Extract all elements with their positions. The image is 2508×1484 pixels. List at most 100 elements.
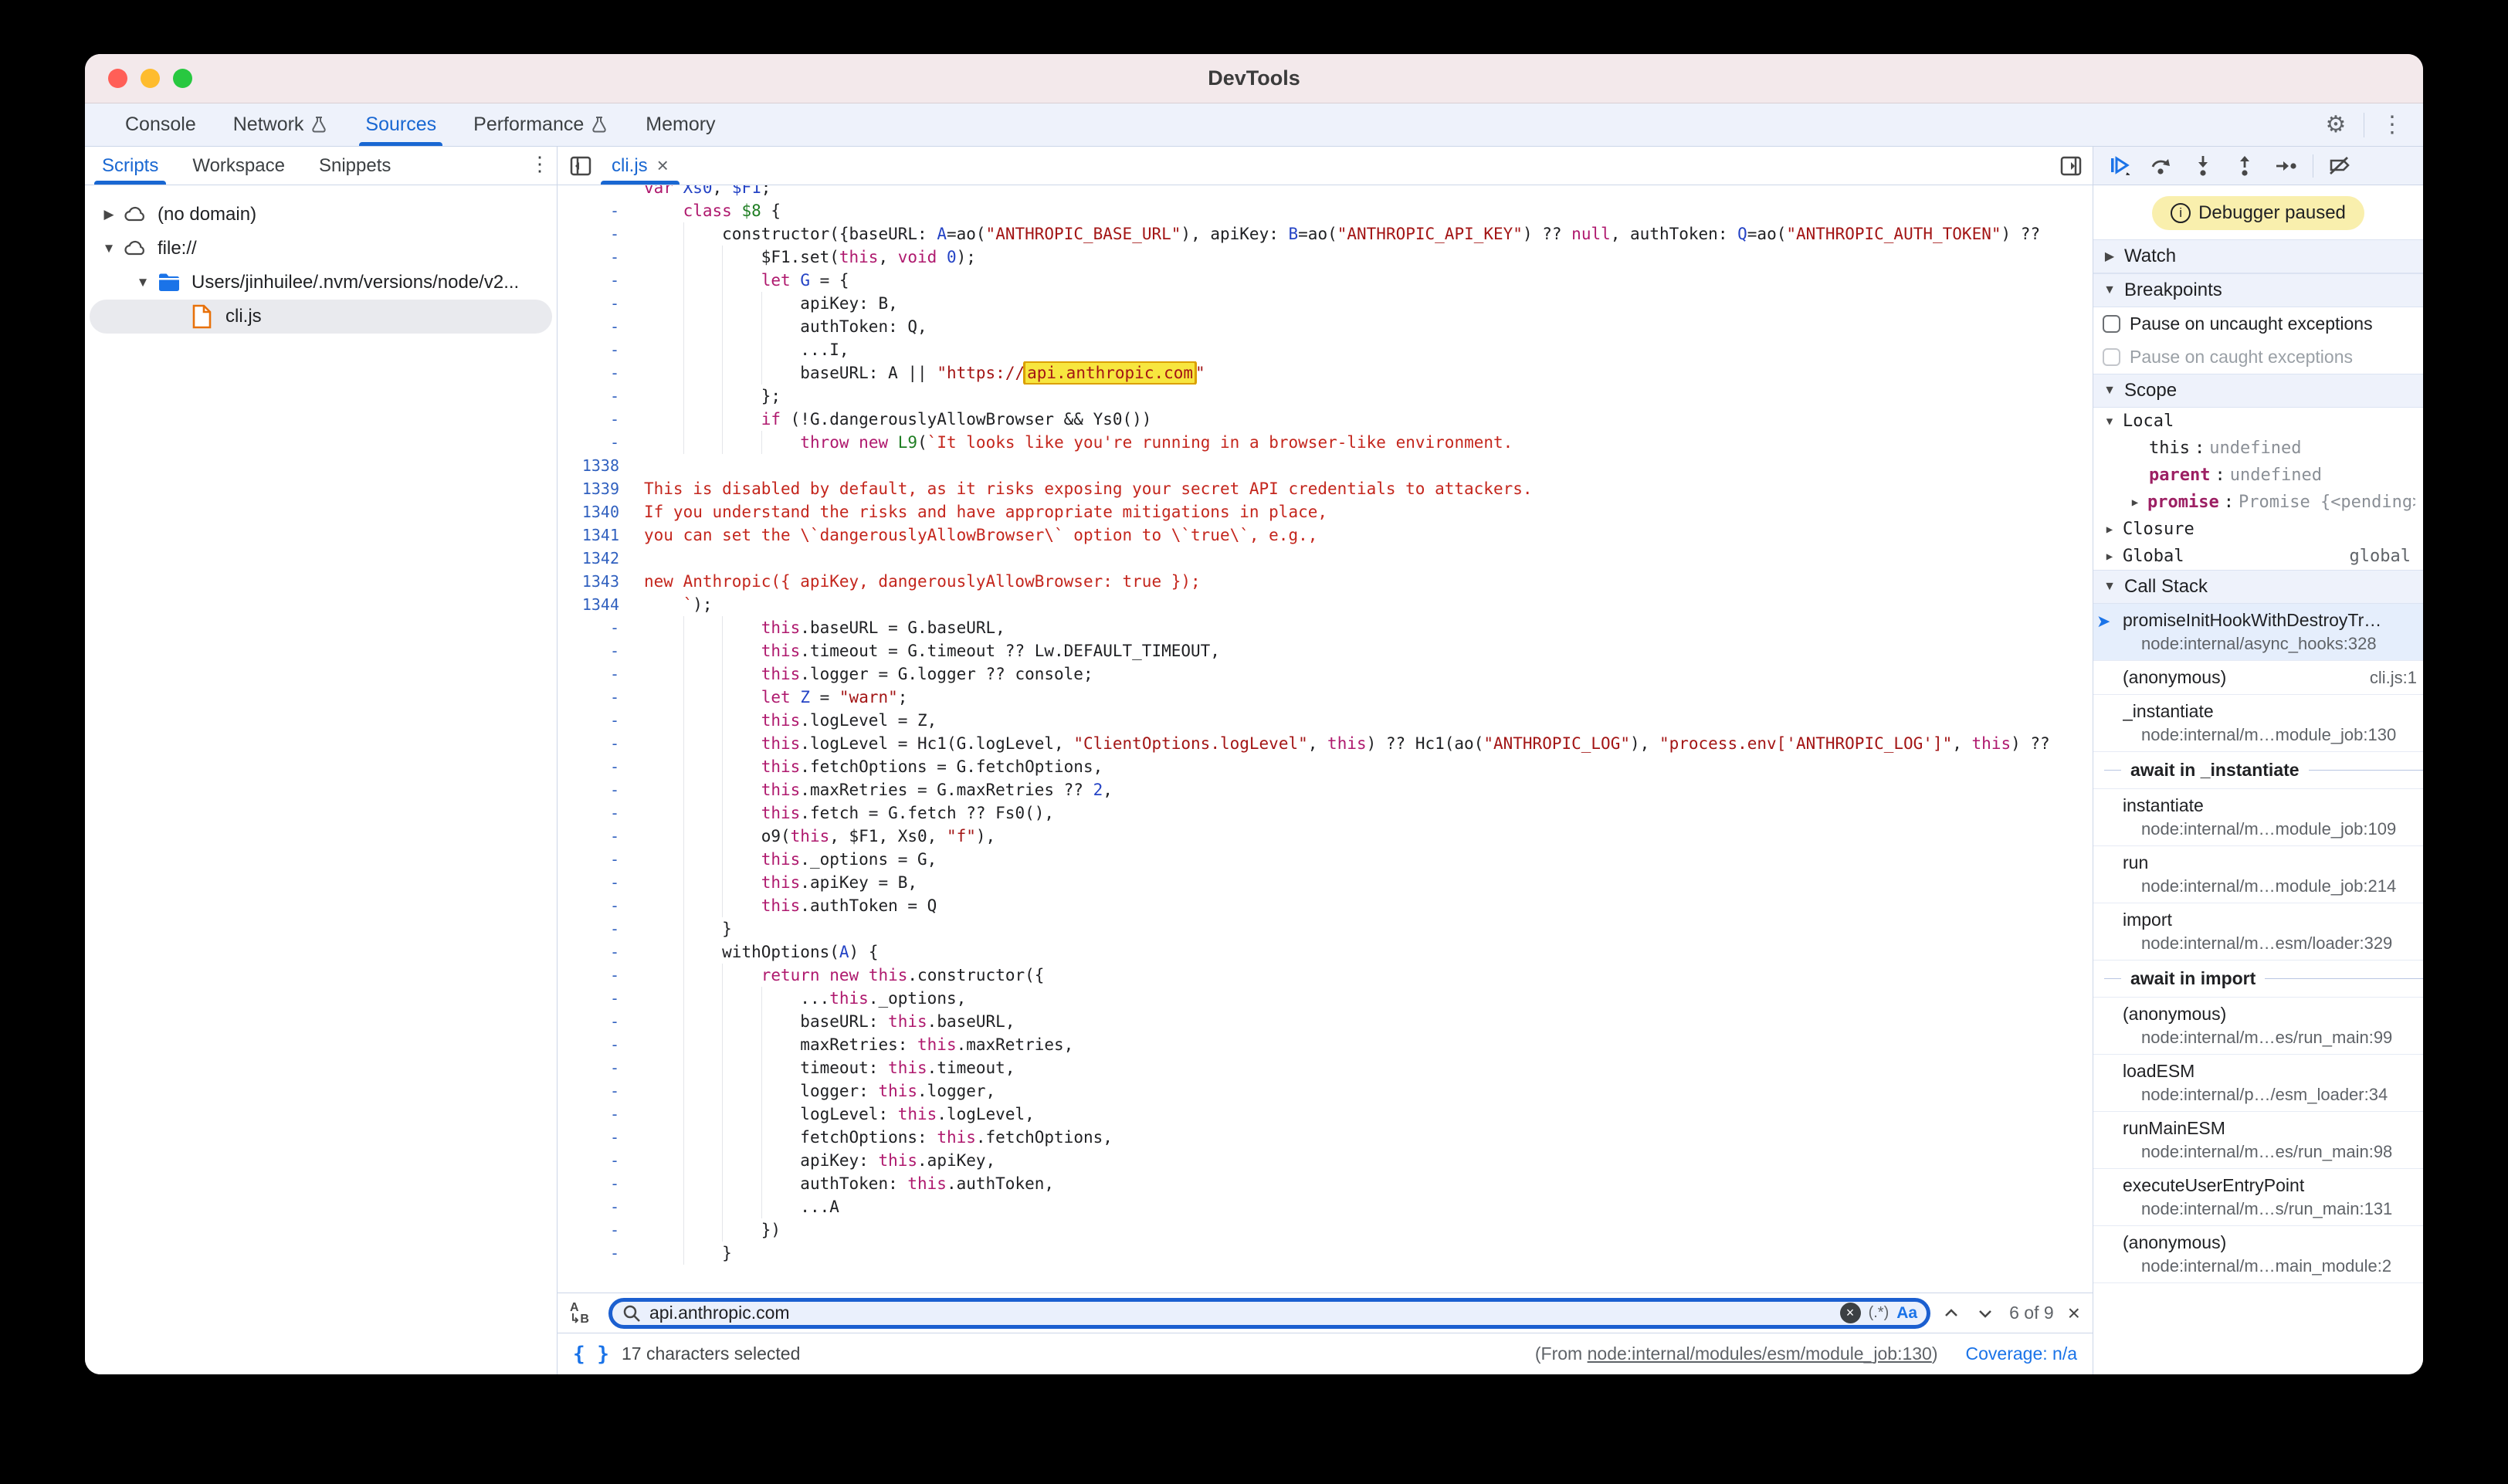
- code-line[interactable]: - fetchOptions: this.fetchOptions,: [558, 1126, 2093, 1149]
- source-origin-link[interactable]: node:internal/modules/esm/module_job:130: [1588, 1343, 1932, 1364]
- line-number-gutter[interactable]: -: [558, 246, 629, 269]
- line-number-gutter[interactable]: -: [558, 385, 629, 408]
- step-into-icon[interactable]: [2184, 151, 2222, 181]
- code-line[interactable]: 1343new Anthropic({ apiKey, dangerouslyA…: [558, 570, 2093, 593]
- call-stack-frame[interactable]: (anonymous)node:internal/m…main_module:2: [2093, 1226, 2423, 1283]
- code-line[interactable]: - let G = {: [558, 269, 2093, 292]
- code-line[interactable]: - }: [558, 917, 2093, 940]
- code-line[interactable]: - }: [558, 1242, 2093, 1265]
- clear-search-icon[interactable]: ×: [1840, 1303, 1861, 1323]
- tree-item-users-jinhuilee-nvm-versions-node-v2-[interactable]: ▼Users/jinhuilee/.nvm/versions/node/v2..…: [85, 266, 557, 300]
- code-line[interactable]: - authToken: this.authToken,: [558, 1172, 2093, 1195]
- call-stack-frame[interactable]: (anonymous)cli.js:1: [2093, 661, 2423, 695]
- file-tab-clijs[interactable]: cli.js ×: [598, 147, 683, 185]
- line-number-gutter[interactable]: -: [558, 1242, 629, 1265]
- code-line[interactable]: 1340If you understand the risks and have…: [558, 500, 2093, 523]
- match-case-toggle[interactable]: Aa: [1896, 1304, 1917, 1323]
- navigator-more-kebab-icon[interactable]: ⋮: [523, 147, 557, 181]
- line-number-gutter[interactable]: -: [558, 1126, 629, 1149]
- code-line[interactable]: - logLevel: this.logLevel,: [558, 1103, 2093, 1126]
- line-number-gutter[interactable]: -: [558, 686, 629, 709]
- line-number-gutter[interactable]: -: [558, 1195, 629, 1218]
- line-number-gutter[interactable]: -: [558, 709, 629, 732]
- code-line[interactable]: - };: [558, 385, 2093, 408]
- code-line[interactable]: - this.maxRetries = G.maxRetries ?? 2,: [558, 778, 2093, 801]
- collapse-debugger-panel-icon[interactable]: [2059, 149, 2093, 183]
- code-line[interactable]: - this.logLevel = Hc1(G.logLevel, "Clien…: [558, 732, 2093, 755]
- line-number-gutter[interactable]: -: [558, 964, 629, 987]
- code-line[interactable]: var Xs0, $F1;: [558, 185, 2093, 199]
- line-number-gutter[interactable]: -: [558, 732, 629, 755]
- code-line[interactable]: - ...I,: [558, 338, 2093, 361]
- code-line[interactable]: - ...this._options,: [558, 987, 2093, 1010]
- next-match-chevron-down-icon[interactable]: [1975, 1303, 1995, 1323]
- code-line[interactable]: - if (!G.dangerouslyAllowBrowser && Ys0(…: [558, 408, 2093, 431]
- line-number-gutter[interactable]: -: [558, 848, 629, 871]
- line-number-gutter[interactable]: -: [558, 662, 629, 686]
- pretty-print-icon[interactable]: { }: [573, 1343, 609, 1366]
- call-stack-frame[interactable]: instantiatenode:internal/m…module_job:10…: [2093, 789, 2423, 846]
- call-stack-frame[interactable]: (anonymous)node:internal/m…es/run_main:9…: [2093, 998, 2423, 1055]
- line-number-gutter[interactable]: -: [558, 361, 629, 385]
- line-number-gutter[interactable]: -: [558, 894, 629, 917]
- tab-snippets[interactable]: Snippets: [302, 147, 408, 185]
- line-number-gutter[interactable]: -: [558, 616, 629, 639]
- line-number-gutter[interactable]: -: [558, 871, 629, 894]
- toggle-replace-icon[interactable]: A ↳B: [570, 1302, 598, 1325]
- line-number-gutter[interactable]: 1341: [558, 523, 629, 547]
- line-number-gutter[interactable]: 1340: [558, 500, 629, 523]
- line-number-gutter[interactable]: -: [558, 825, 629, 848]
- scope-closure-row[interactable]: ▶ Closure: [2093, 516, 2423, 543]
- resume-script-icon[interactable]: [2101, 151, 2138, 181]
- line-number-gutter[interactable]: -: [558, 315, 629, 338]
- code-line[interactable]: 1342: [558, 547, 2093, 570]
- scope-global-row[interactable]: ▶ Global global: [2093, 543, 2423, 570]
- code-line[interactable]: - apiKey: this.apiKey,: [558, 1149, 2093, 1172]
- more-options-kebab-icon[interactable]: ⋮: [2375, 108, 2409, 142]
- code-line[interactable]: - this.apiKey = B,: [558, 871, 2093, 894]
- line-number-gutter[interactable]: -: [558, 1079, 629, 1103]
- watch-section-header[interactable]: ▶ Watch: [2093, 239, 2423, 273]
- line-number-gutter[interactable]: -: [558, 269, 629, 292]
- deactivate-breakpoints-icon[interactable]: [2321, 151, 2358, 181]
- tab-performance[interactable]: Performance: [455, 103, 627, 146]
- line-number-gutter[interactable]: -: [558, 639, 629, 662]
- line-number-gutter[interactable]: -: [558, 778, 629, 801]
- line-number-gutter[interactable]: 1343: [558, 570, 629, 593]
- code-line[interactable]: - return new this.constructor({: [558, 964, 2093, 987]
- code-line[interactable]: - this.timeout = G.timeout ?? Lw.DEFAULT…: [558, 639, 2093, 662]
- tab-console[interactable]: Console: [107, 103, 215, 146]
- code-line[interactable]: - this._options = G,: [558, 848, 2093, 871]
- code-line[interactable]: - baseURL: this.baseURL,: [558, 1010, 2093, 1033]
- code-line[interactable]: - this.authToken = Q: [558, 894, 2093, 917]
- call-stack-frame[interactable]: importnode:internal/m…esm/loader:329: [2093, 903, 2423, 961]
- settings-gear-icon[interactable]: ⚙: [2319, 108, 2353, 142]
- collapse-navigator-icon[interactable]: [564, 149, 598, 183]
- line-number-gutter[interactable]: -: [558, 1218, 629, 1242]
- code-line[interactable]: - this.logLevel = Z,: [558, 709, 2093, 732]
- code-line[interactable]: - $F1.set(this, void 0);: [558, 246, 2093, 269]
- code-line[interactable]: - ...A: [558, 1195, 2093, 1218]
- tab-memory[interactable]: Memory: [627, 103, 734, 146]
- line-number-gutter[interactable]: -: [558, 917, 629, 940]
- code-line[interactable]: - }): [558, 1218, 2093, 1242]
- step-out-icon[interactable]: [2226, 151, 2263, 181]
- scope-property-row[interactable]: ▶promise: Promise {<pending>}: [2093, 489, 2423, 516]
- code-line[interactable]: - class $8 {: [558, 199, 2093, 222]
- pause-uncaught-checkbox[interactable]: [2103, 315, 2120, 333]
- call-stack-frame[interactable]: _instantiatenode:internal/m…module_job:1…: [2093, 695, 2423, 752]
- tree-item-cli-js[interactable]: cli.js: [85, 300, 557, 334]
- code-line[interactable]: - apiKey: B,: [558, 292, 2093, 315]
- line-number-gutter[interactable]: -: [558, 1172, 629, 1195]
- line-number-gutter[interactable]: -: [558, 940, 629, 964]
- line-number-gutter[interactable]: -: [558, 199, 629, 222]
- code-line[interactable]: - logger: this.logger,: [558, 1079, 2093, 1103]
- line-number-gutter[interactable]: [558, 185, 629, 199]
- line-number-gutter[interactable]: -: [558, 408, 629, 431]
- code-line[interactable]: - baseURL: A || "https://api.anthropic.c…: [558, 361, 2093, 385]
- code-line[interactable]: 1341you can set the \`dangerouslyAllowBr…: [558, 523, 2093, 547]
- code-line[interactable]: - this.fetchOptions = G.fetchOptions,: [558, 755, 2093, 778]
- line-number-gutter[interactable]: -: [558, 292, 629, 315]
- call-stack-frame[interactable]: executeUserEntryPointnode:internal/m…s/r…: [2093, 1169, 2423, 1226]
- code-line[interactable]: - this.logger = G.logger ?? console;: [558, 662, 2093, 686]
